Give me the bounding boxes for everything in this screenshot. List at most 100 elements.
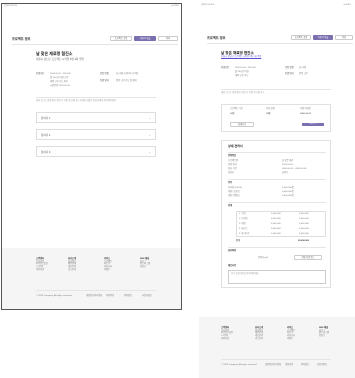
quote-detail-panel: 상세 견적서 견적정보 프로젝트명 날 찾은 재료 견적 일자 2024.00.…	[221, 140, 331, 288]
total-label: 합계	[236, 240, 241, 242]
info-value-period-1: 2024.00.00 ~2024.00	[235, 67, 256, 69]
footer-link[interactable]: 이용약관	[221, 338, 233, 341]
table-cell: 0,000,000	[299, 213, 309, 215]
table-cell: 0,000,000	[299, 218, 309, 220]
screen-2: 오후12:00 5G ● 100% 프로젝트 정보 프로젝트 공유 지원서 제출…	[199, 3, 355, 378]
footer-link[interactable]: 이벤트	[287, 338, 295, 341]
notice-text: 해당 공고는 상세 정보 확인 후 지원 가능합니다.	[221, 92, 265, 94]
memo-textarea[interactable]: 추가 요청사항을 입력해주세요.	[228, 270, 326, 284]
divider	[228, 202, 326, 203]
share-project-button[interactable]: 프로젝트 공유	[110, 36, 132, 41]
footer: 고객센터 공지사항 자주묻는질문 1:1문의 이용약관 회사소개 회사정보 채용…	[199, 317, 355, 378]
footer-link[interactable]: 유튜브	[319, 335, 329, 338]
table-cell: 4. 테스트	[239, 228, 248, 230]
chevron-down-icon: ⌄	[148, 150, 151, 154]
row-value: 날 찾은 재료	[282, 160, 294, 162]
footer-col-3: 서비스 프로젝트 파트너 커뮤니티 이벤트	[287, 327, 295, 340]
divider	[221, 359, 331, 360]
apply-col-value: 0000.00.00	[300, 113, 311, 115]
list-button[interactable]: 목록	[158, 36, 178, 41]
info-value-people: 총 00명 (디자이너 00명)	[116, 73, 139, 75]
row-value: 홍길동	[282, 172, 289, 174]
file-name: 견적서.pdf	[258, 257, 268, 259]
detail-title: 상세 견적서	[228, 144, 243, 148]
row-label: 개발 (백엔드)	[228, 195, 241, 197]
row-label: 유효 기간	[228, 168, 237, 170]
apply-col-value: 00명	[266, 113, 271, 115]
footer-bottom-link[interactable]: 위치정보	[301, 364, 309, 367]
info-label-period: 진행기간	[36, 73, 45, 75]
row-value: 0000.00.00 ~ 0000.00.00	[282, 168, 307, 170]
file-download-button[interactable]: 파일 다운로드	[294, 255, 322, 260]
info-label-method: 진행 방식	[100, 80, 109, 82]
footer-col-4: SNS 채널 블로그 인스타그램 유튜브	[319, 327, 329, 338]
section-title: 합계	[228, 205, 233, 207]
row-value: 0,000,000원	[282, 195, 294, 197]
row-value: 0,000,000원	[282, 191, 294, 193]
apply-button[interactable]: 지원하기	[302, 123, 324, 126]
row-label: 프로젝트명	[228, 160, 239, 162]
section-title: 견적정보	[228, 155, 237, 157]
divider	[228, 152, 326, 153]
row-label: 견적 일자	[228, 164, 237, 166]
row-label: 디자인 (UX/UI)	[228, 187, 242, 189]
footer: 고객센터 공지사항 자주묻는질문 1:1문의 이용약관 회사소개 회사정보 채용…	[2, 248, 181, 309]
status-left: 오후12:00 5G	[4, 5, 18, 7]
footer-bottom-link[interactable]: 이용약관	[285, 364, 293, 367]
table-cell: 0,000,000	[299, 233, 309, 235]
footer-col-4: SNS 채널 블로그 인스타그램 유튜브	[140, 258, 150, 269]
divider	[12, 44, 178, 45]
footer-bottom-link[interactable]: 개인정보처리방침	[265, 364, 281, 367]
footer-link[interactable]: 이벤트	[104, 269, 112, 272]
notice-text: 해당 공고는 상세 정보 확인 후 지원 가능합니다. 자세한 내용은 담당자에…	[36, 100, 117, 102]
status-bar: 오후12:00 5G ● 100%	[2, 4, 183, 10]
row-value: 0,000,000원	[282, 187, 294, 189]
info-value-period-3: 재택 근무 가능	[235, 75, 249, 77]
footer-link[interactable]: 광고문의	[255, 338, 263, 341]
apply-col-label: 지원 마감일	[300, 108, 311, 110]
row-label: 담당자	[228, 172, 235, 174]
table-cell: 0,000,000	[271, 233, 281, 235]
memo-label: 메모사항	[228, 265, 237, 267]
info-value-period-4: 시범운영 2024.00.00	[50, 85, 70, 87]
table-cell: 0,000,000	[299, 223, 309, 225]
total-value: 00,000,000	[298, 240, 309, 242]
footer-bottom-link[interactable]: 이용약관	[106, 295, 114, 298]
table-cell: 3. 개발	[239, 223, 246, 225]
footer-bottom-link[interactable]: 사업자정보	[142, 295, 152, 298]
accordion-item-2[interactable]: 참여자 2 ⌄	[36, 129, 156, 140]
accordion-item-1[interactable]: 참여자 1 ⌄	[36, 112, 156, 123]
chevron-down-icon: ⌄	[148, 133, 151, 137]
divider	[36, 290, 156, 291]
footer-link[interactable]: 유튜브	[140, 266, 150, 269]
list-button[interactable]: 목록	[335, 35, 353, 40]
footer-bottom-link[interactable]: 사업자정보	[317, 364, 327, 367]
quote-table: 1. 기획 0,000,000 0,000,000 2. 디자인 0,000,0…	[236, 211, 326, 237]
project-link[interactable]: 서울시 강남구 프로젝트 시작일 3일 2회 주말	[221, 56, 261, 59]
footer-col-2: 회사소개 회사정보 채용안내 제휴문의 광고문의	[68, 258, 76, 271]
footer-col-3: 서비스 프로젝트 파트너 커뮤니티 이벤트	[104, 258, 112, 271]
table-cell: 0,000,000	[271, 223, 281, 225]
submit-application-button[interactable]: 지원서 제출	[134, 36, 156, 41]
project-name: 날 찾은 재료명 협진소	[221, 51, 254, 55]
share-project-button[interactable]: 프로젝트 공유	[291, 35, 311, 40]
table-cell: 5. 유지보수	[239, 233, 250, 235]
table-cell: 0,000,000	[271, 218, 281, 220]
info-value-period-1: 2024.00.00 ~2024.00	[50, 73, 71, 75]
info-label-people: 모집 인원	[285, 67, 294, 69]
detail-button[interactable]: 상세보기	[230, 122, 254, 127]
chevron-down-icon: ⌄	[148, 116, 151, 120]
submit-application-button[interactable]: 지원서 제출	[313, 35, 333, 40]
info-value-period-2: 월 20시간 이상	[235, 71, 249, 73]
page-title: 프로젝트 정보	[207, 36, 226, 40]
footer-link[interactable]: 이용약관	[36, 269, 48, 272]
footer-link[interactable]: 광고문의	[68, 269, 76, 272]
accordion-item-3[interactable]: 참여자 3 ⌄	[36, 146, 156, 157]
page-title: 프로젝트 정보	[12, 37, 31, 41]
footer-bottom-link[interactable]: 개인정보처리방침	[86, 295, 102, 298]
copyright: © 2024 Company. All rights reserved.	[221, 364, 258, 366]
info-value-method: 원격 근무	[299, 73, 308, 75]
footer-bottom-link[interactable]: 위치정보	[124, 295, 132, 298]
info-value-method: 원격 근무 가능 및 협의	[116, 80, 137, 82]
table-cell: 1. 기획	[239, 213, 246, 215]
